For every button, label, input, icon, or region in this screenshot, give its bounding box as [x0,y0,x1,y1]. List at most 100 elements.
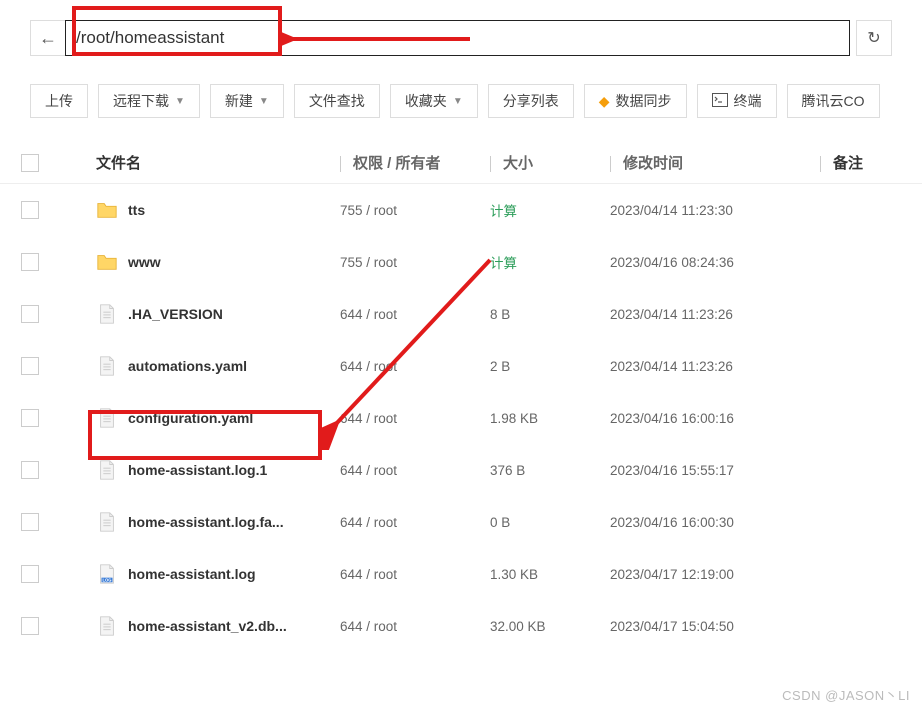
path-input-container [65,20,850,56]
terminal-icon [712,93,728,110]
upload-label: 上传 [45,91,73,111]
file-search-label: 文件查找 [309,91,365,111]
row-checkbox[interactable] [21,357,39,375]
file-mtime: 2023/04/16 08:24:36 [610,255,820,270]
file-permission: 644 / root [340,359,490,374]
file-name: home-assistant.log [128,566,256,582]
file-name: .HA_VERSION [128,306,223,322]
file-permission: 644 / root [340,515,490,530]
svg-text:LOG: LOG [103,577,112,582]
header-size[interactable]: 大小 [490,152,610,173]
file-size[interactable]: 计算 [490,200,610,220]
file-mtime: 2023/04/16 15:55:17 [610,463,820,478]
row-checkbox[interactable] [21,461,39,479]
share-list-label: 分享列表 [503,91,559,111]
data-sync-button[interactable]: ◆ 数据同步 [584,84,687,118]
log-file-icon: LOG [96,563,118,585]
file-table: 文件名 权限 / 所有者 大小 修改时间 备注 tts755 / root计算2… [0,142,922,652]
file-mtime: 2023/04/16 16:00:16 [610,411,820,426]
table-row[interactable]: LOG home-assistant.log 644 / root1.30 KB2… [0,548,922,600]
file-icon [96,355,118,377]
tencent-cloud-button[interactable]: 腾讯云CO [787,84,880,118]
new-button[interactable]: 新建 ▼ [210,84,284,118]
header-permission[interactable]: 权限 / 所有者 [340,152,490,173]
file-permission: 644 / root [340,411,490,426]
row-checkbox[interactable] [21,617,39,635]
file-permission: 755 / root [340,203,490,218]
file-name: www [128,254,161,270]
file-name: home-assistant.log.fa... [128,514,284,530]
share-list-button[interactable]: 分享列表 [488,84,574,118]
file-permission: 644 / root [340,619,490,634]
file-mtime: 2023/04/14 11:23:26 [610,307,820,322]
folder-icon [96,199,118,221]
file-size: 32.00 KB [490,619,610,634]
row-checkbox[interactable] [21,565,39,583]
file-size: 1.30 KB [490,567,610,582]
toolbar: 上传 远程下载 ▼ 新建 ▼ 文件查找 收藏夹 ▼ 分享列表 ◆数据同步 终端 … [0,66,922,128]
row-checkbox[interactable] [21,201,39,219]
row-checkbox[interactable] [21,305,39,323]
table-row[interactable]: home-assistant.log.1 644 / root376 B2023/… [0,444,922,496]
row-checkbox[interactable] [21,253,39,271]
refresh-icon: ↻ [867,28,880,48]
file-permission: 644 / root [340,307,490,322]
table-row[interactable]: automations.yaml 644 / root2 B2023/04/14 … [0,340,922,392]
file-icon [96,511,118,533]
terminal-label: 终端 [734,91,762,111]
row-checkbox[interactable] [21,513,39,531]
upload-button[interactable]: 上传 [30,84,88,118]
file-size: 1.98 KB [490,411,610,426]
file-mtime: 2023/04/16 16:00:30 [610,515,820,530]
file-permission: 644 / root [340,463,490,478]
watermark: CSDN @JASON丶LI [782,685,910,704]
header-name[interactable]: 文件名 [60,152,340,173]
remote-download-button[interactable]: 远程下载 ▼ [98,84,200,118]
diamond-icon: ◆ [599,93,610,110]
data-sync-label: 数据同步 [616,91,672,111]
file-name: home-assistant.log.1 [128,462,267,478]
chevron-down-icon: ▼ [453,96,463,107]
file-permission: 644 / root [340,567,490,582]
file-size: 8 B [490,307,610,322]
file-mtime: 2023/04/17 12:19:00 [610,567,820,582]
file-size[interactable]: 计算 [490,252,610,272]
file-name: automations.yaml [128,358,247,374]
file-mtime: 2023/04/14 11:23:26 [610,359,820,374]
file-size: 0 B [490,515,610,530]
file-size: 2 B [490,359,610,374]
favorites-button[interactable]: 收藏夹 ▼ [390,84,478,118]
terminal-button[interactable]: 终端 [697,84,777,118]
row-checkbox[interactable] [21,409,39,427]
file-name: configuration.yaml [128,410,253,426]
select-all-checkbox[interactable] [21,154,39,172]
file-mtime: 2023/04/17 15:04:50 [610,619,820,634]
tencent-cloud-label: 腾讯云CO [802,91,865,111]
header-note[interactable]: 备注 [820,152,922,173]
favorites-label: 收藏夹 [405,91,447,111]
remote-download-label: 远程下载 [113,91,169,111]
file-size: 376 B [490,463,610,478]
file-icon [96,459,118,481]
file-name: home-assistant_v2.db... [128,618,287,634]
table-row[interactable]: home-assistant.log.fa... 644 / root0 B202… [0,496,922,548]
table-header: 文件名 权限 / 所有者 大小 修改时间 备注 [0,142,922,184]
table-row[interactable]: tts 755 / root计算2023/04/14 11:23:30 [0,184,922,236]
back-button[interactable]: ← [30,20,66,56]
arrow-left-icon: ← [39,28,57,49]
table-row[interactable]: home-assistant_v2.db... 644 / root32.00 K… [0,600,922,652]
chevron-down-icon: ▼ [259,96,269,107]
table-row[interactable]: www 755 / root计算2023/04/16 08:24:36 [0,236,922,288]
table-row[interactable]: .HA_VERSION 644 / root8 B2023/04/14 11:23… [0,288,922,340]
file-mtime: 2023/04/14 11:23:30 [610,203,820,218]
header-mtime[interactable]: 修改时间 [610,152,820,173]
file-icon [96,407,118,429]
path-input[interactable] [66,28,849,48]
file-name: tts [128,202,145,218]
table-row[interactable]: configuration.yaml 644 / root1.98 KB2023/… [0,392,922,444]
file-search-button[interactable]: 文件查找 [294,84,380,118]
file-permission: 755 / root [340,255,490,270]
new-label: 新建 [225,91,253,111]
file-icon [96,615,118,637]
refresh-button[interactable]: ↻ [856,20,892,56]
